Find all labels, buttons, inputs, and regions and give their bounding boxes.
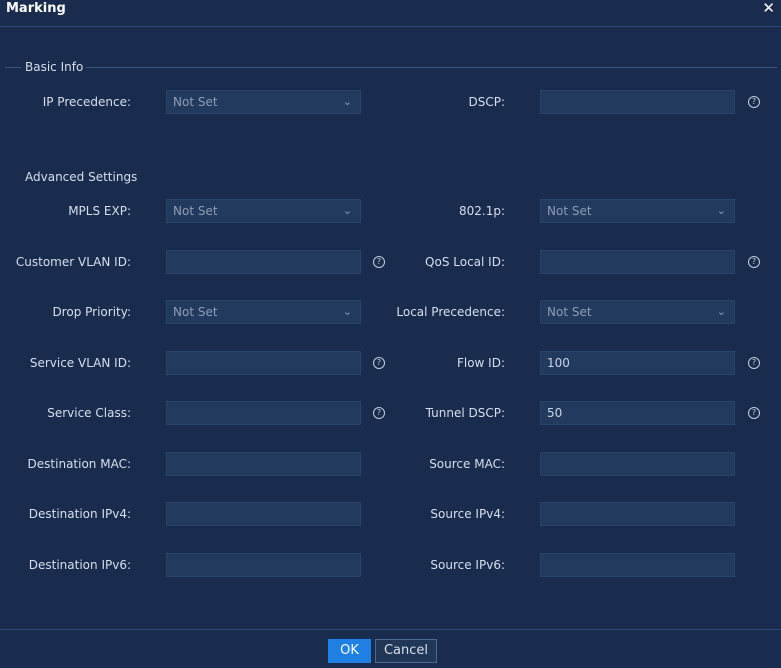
drop-priority-label: Drop Priority: — [52, 305, 131, 319]
chevron-down-icon: ⌄ — [342, 305, 352, 318]
source-mac-input[interactable] — [540, 452, 735, 476]
section-divider — [86, 67, 777, 68]
chevron-down-icon: ⌄ — [342, 204, 352, 217]
help-icon[interactable]: ? — [748, 96, 760, 108]
destination-mac-label: Destination MAC: — [27, 457, 131, 471]
service-vlan-id-input[interactable] — [166, 351, 361, 375]
chevron-down-icon: ⌄ — [716, 204, 726, 217]
chevron-down-icon: ⌄ — [716, 305, 726, 318]
help-icon[interactable]: ? — [373, 357, 385, 369]
marking-dialog: Marking ✕ Basic Info IP Precedence: Not … — [0, 0, 781, 668]
qos-local-id-input[interactable] — [540, 250, 735, 274]
mpls-exp-label: MPLS EXP: — [68, 204, 131, 218]
source-ipv4-input[interactable] — [540, 502, 735, 526]
destination-ipv4-label: Destination IPv4: — [28, 507, 131, 521]
help-icon[interactable]: ? — [748, 256, 760, 268]
help-icon[interactable]: ? — [373, 407, 385, 419]
section-divider — [5, 67, 21, 68]
destination-ipv4-input[interactable] — [166, 502, 361, 526]
tunnel-dscp-label: Tunnel DSCP: — [425, 406, 505, 420]
mpls-exp-value: Not Set — [173, 204, 218, 218]
dscp-label: DSCP: — [468, 95, 505, 109]
drop-priority-value: Not Set — [173, 305, 218, 319]
ok-button[interactable]: OK — [328, 639, 371, 663]
source-ipv6-label: Source IPv6: — [430, 558, 505, 572]
ip-precedence-value: Not Set — [173, 95, 218, 109]
service-class-label: Service Class: — [47, 406, 131, 420]
service-vlan-id-label: Service VLAN ID: — [29, 356, 131, 370]
source-mac-label: Source MAC: — [429, 457, 505, 471]
ip-precedence-label: IP Precedence: — [42, 95, 131, 109]
close-icon[interactable]: ✕ — [762, 0, 775, 17]
destination-mac-input[interactable] — [166, 452, 361, 476]
customer-vlan-id-label: Customer VLAN ID: — [15, 255, 131, 269]
footer-divider — [0, 629, 781, 630]
title-bar: Marking ✕ — [0, 0, 781, 27]
dot1p-select[interactable]: Not Set ⌄ — [540, 199, 735, 223]
destination-ipv6-label: Destination IPv6: — [28, 558, 131, 572]
ip-precedence-select[interactable]: Not Set ⌄ — [166, 90, 361, 114]
help-icon[interactable]: ? — [748, 407, 760, 419]
mpls-exp-select[interactable]: Not Set ⌄ — [166, 199, 361, 223]
cancel-button[interactable]: Cancel — [375, 639, 437, 663]
tunnel-dscp-input[interactable]: 50 — [540, 401, 735, 425]
chevron-down-icon: ⌄ — [342, 95, 352, 108]
local-precedence-select[interactable]: Not Set ⌄ — [540, 300, 735, 324]
dialog-title: Marking — [6, 1, 66, 16]
qos-local-id-label: QoS Local ID: — [425, 255, 505, 269]
help-icon[interactable]: ? — [748, 357, 760, 369]
service-class-input[interactable] — [166, 401, 361, 425]
source-ipv6-input[interactable] — [540, 553, 735, 577]
local-precedence-value: Not Set — [547, 305, 592, 319]
section-advanced-settings-label: Advanced Settings — [25, 170, 138, 184]
dot1p-value: Not Set — [547, 204, 592, 218]
dscp-input[interactable] — [540, 90, 735, 114]
help-icon[interactable]: ? — [373, 256, 385, 268]
customer-vlan-id-input[interactable] — [166, 250, 361, 274]
drop-priority-select[interactable]: Not Set ⌄ — [166, 300, 361, 324]
local-precedence-label: Local Precedence: — [396, 305, 505, 319]
dot1p-label: 802.1p: — [458, 204, 505, 218]
section-basic-info-label: Basic Info — [25, 60, 84, 74]
flow-id-label: Flow ID: — [456, 356, 505, 370]
flow-id-input[interactable]: 100 — [540, 351, 735, 375]
destination-ipv6-input[interactable] — [166, 553, 361, 577]
source-ipv4-label: Source IPv4: — [430, 507, 505, 521]
